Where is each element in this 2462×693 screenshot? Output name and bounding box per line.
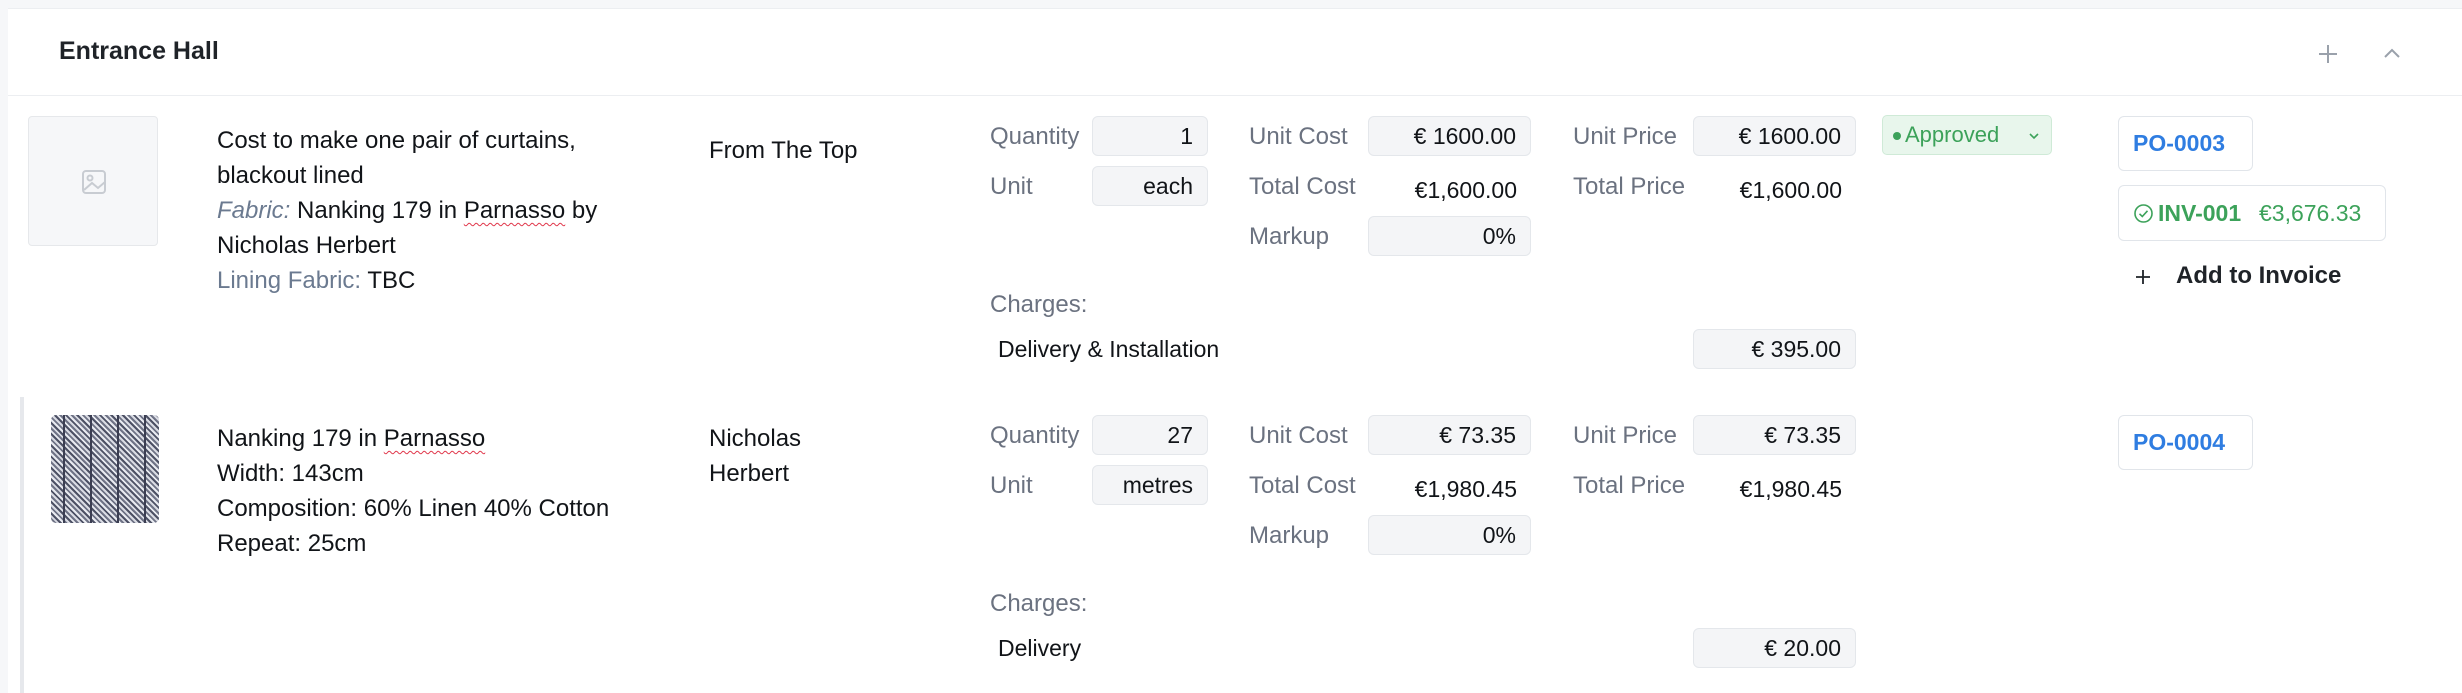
fabric-swatch-image[interactable] <box>51 415 159 523</box>
unit-cost-input[interactable]: € 1600.00 <box>1368 116 1531 156</box>
unit-cost-label: Unit Cost <box>1249 422 1348 449</box>
quantity-input[interactable]: 1 <box>1092 116 1208 156</box>
markup-input[interactable]: 0% <box>1368 515 1531 555</box>
unit-cost-input[interactable]: € 73.35 <box>1368 415 1531 455</box>
unit-label: Unit <box>990 472 1033 499</box>
fabric-line: Nanking 179 in Parnasso <box>217 421 697 456</box>
width-line: Width: 143cm <box>217 460 364 487</box>
repeat-line: Repeat: 25cm <box>217 530 367 557</box>
total-price-label: Total Price <box>1573 173 1686 200</box>
fabric-supplier: Nicholas Herbert <box>217 232 396 259</box>
charge-name: Delivery & Installation <box>998 336 1220 362</box>
chevron-down-icon <box>2029 133 2039 140</box>
invoice-number: INV-001 <box>2158 200 2242 226</box>
status-label: Approved <box>1905 122 2000 147</box>
purchase-order-link[interactable]: PO-0004 <box>2118 415 2253 470</box>
fabric-name: Nanking 179 in <box>297 197 464 224</box>
unit-price-input[interactable]: € 1600.00 <box>1693 116 1856 156</box>
purchase-order-link[interactable]: PO-0003 <box>2118 116 2253 171</box>
unit-price-label: Unit Price <box>1573 422 1678 449</box>
plus-icon[interactable] <box>2313 39 2343 69</box>
fabric-collection: Parnasso <box>383 425 486 452</box>
total-price-value: €1,980.45 <box>1739 476 1842 502</box>
composition-line: Composition: 60% Linen 40% Cotton <box>217 495 610 522</box>
total-cost-label: Total Cost <box>1249 173 1356 200</box>
chevron-up-icon[interactable] <box>2377 39 2407 69</box>
supplier-name: Nicholas Herbert <box>709 421 801 491</box>
fabric-by: by <box>565 197 598 224</box>
invoice-amount: €3,676.33 <box>2259 200 2362 226</box>
charges-label: Charges: <box>990 590 1088 617</box>
item-image-placeholder[interactable] <box>28 116 158 246</box>
total-price-label: Total Price <box>1573 472 1686 499</box>
room-section: Entrance Hall Cost to make one pair of c… <box>8 8 2462 693</box>
total-price-value: €1,600.00 <box>1739 177 1842 203</box>
description-line: Cost to make one pair of curtains, <box>217 127 576 154</box>
supplier-line: Herbert <box>709 460 790 487</box>
supplier-name: From The Top <box>709 137 858 164</box>
fabric-name: Nanking 179 in <box>217 425 384 452</box>
unit-price-label: Unit Price <box>1573 123 1678 150</box>
invoice-link[interactable]: INV-001 €3,676.33 <box>2118 185 2386 241</box>
charge-amount-input[interactable]: € 395.00 <box>1693 329 1856 369</box>
total-cost-label: Total Cost <box>1249 472 1356 499</box>
quantity-label: Quantity <box>990 422 1080 449</box>
row-indicator <box>20 397 24 693</box>
markup-input[interactable]: 0% <box>1368 216 1531 256</box>
supplier-line: Nicholas <box>709 425 802 452</box>
item-description: Cost to make one pair of curtains, black… <box>217 123 697 298</box>
lining-label: Lining Fabric: <box>217 267 362 294</box>
image-icon <box>82 170 106 194</box>
charge-amount-input[interactable]: € 20.00 <box>1693 628 1856 668</box>
lining-line: Lining Fabric: TBC <box>217 263 697 298</box>
total-cost-value: €1,600.00 <box>1414 177 1517 203</box>
quantity-input[interactable]: 27 <box>1092 415 1208 455</box>
fabric-line: Fabric: Nanking 179 in Parnasso by <box>217 193 697 228</box>
markup-label: Markup <box>1249 223 1330 250</box>
unit-price-input[interactable]: € 73.35 <box>1693 415 1856 455</box>
unit-input[interactable]: each <box>1092 166 1208 206</box>
fabric-collection: Parnasso <box>463 197 566 224</box>
status-dot-icon <box>1893 132 1901 140</box>
description-line: blackout lined <box>217 162 364 189</box>
plus-icon <box>2136 270 2150 284</box>
section-title: Entrance Hall <box>59 37 219 65</box>
total-cost-value: €1,980.45 <box>1414 476 1517 502</box>
unit-input[interactable]: metres <box>1092 465 1208 505</box>
section-header: Entrance Hall <box>8 9 2462 96</box>
charge-name: Delivery <box>998 635 1082 661</box>
markup-label: Markup <box>1249 522 1330 549</box>
lining-value: TBC <box>367 267 416 294</box>
fabric-label: Fabric: <box>217 197 291 224</box>
add-to-invoice-label: Add to Invoice <box>2176 262 2342 289</box>
quantity-label: Quantity <box>990 123 1080 150</box>
charges-label: Charges: <box>990 291 1088 318</box>
unit-cost-label: Unit Cost <box>1249 123 1348 150</box>
unit-label: Unit <box>990 173 1033 200</box>
status-badge[interactable]: Approved <box>1882 115 2052 155</box>
item-description: Nanking 179 in Parnasso Width: 143cm Com… <box>217 421 697 561</box>
check-circle-icon <box>2134 204 2153 223</box>
